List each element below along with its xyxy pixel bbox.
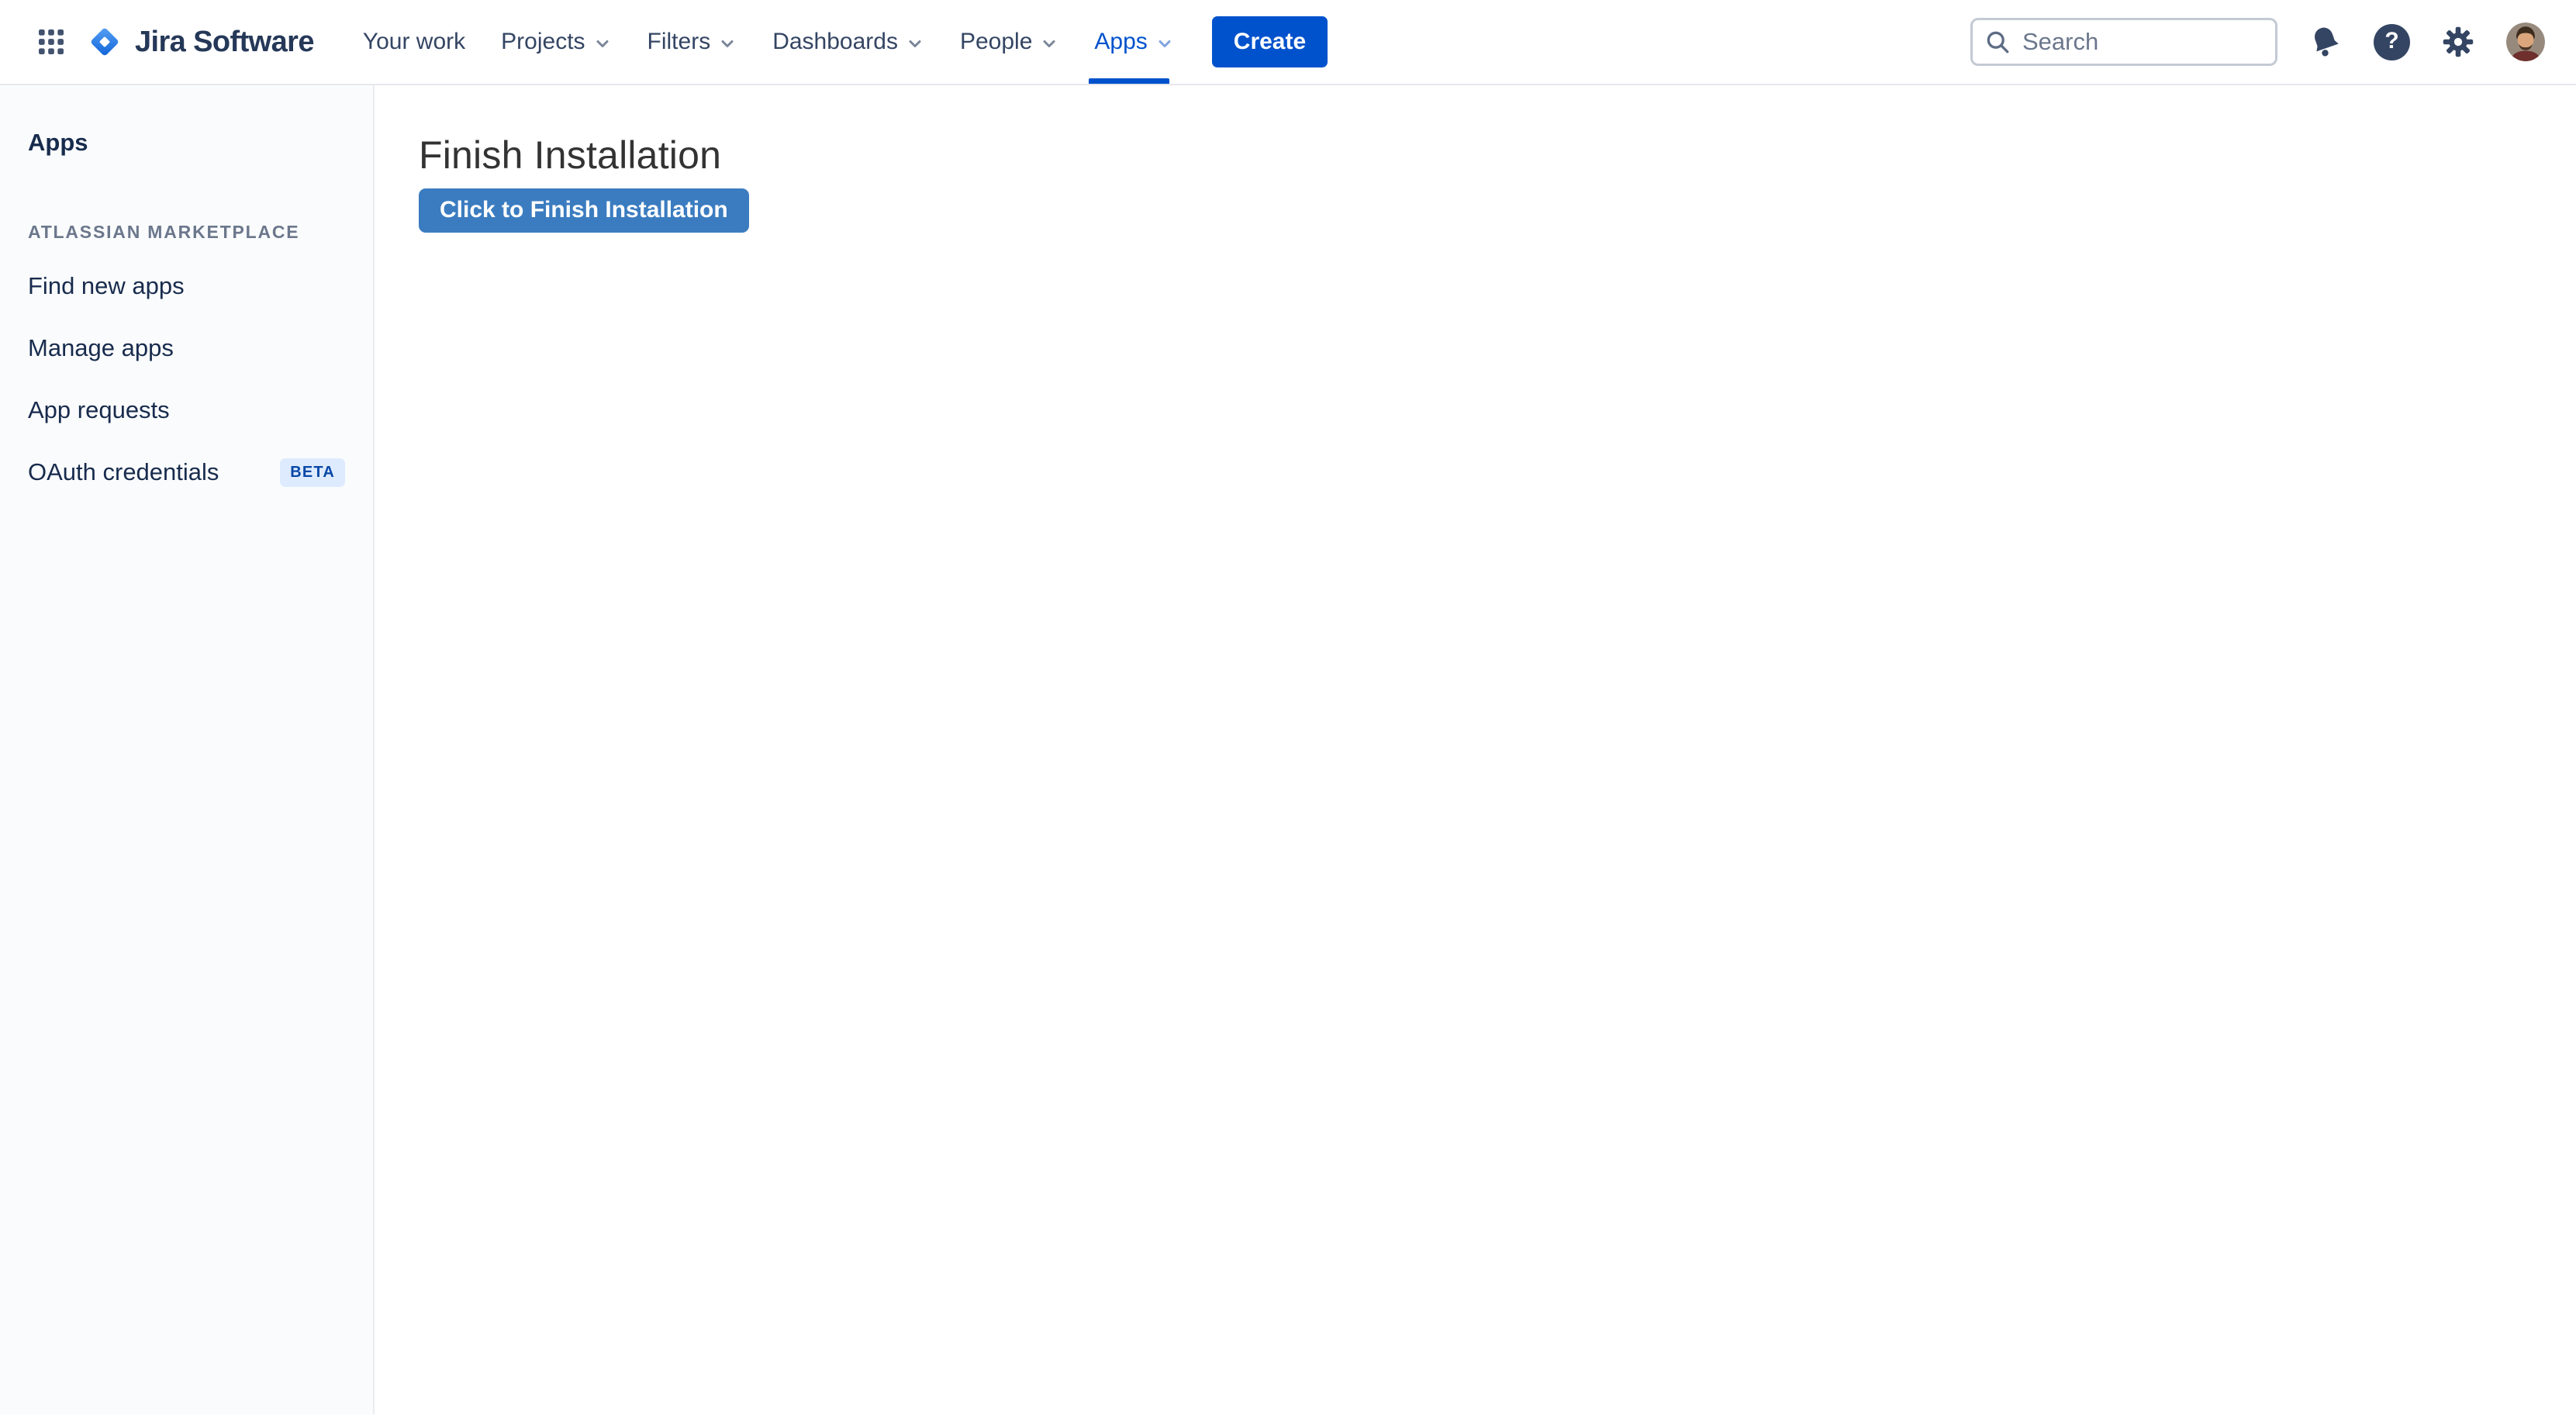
page-title: Finish Installation <box>419 135 2576 176</box>
user-avatar[interactable] <box>2506 22 2545 61</box>
jira-logo[interactable]: Jira Software <box>87 24 314 60</box>
apps-sidebar: Apps ATLASSIAN MARKETPLACE Find new apps… <box>0 85 375 1414</box>
sidebar-section-heading: ATLASSIAN MARKETPLACE <box>28 222 345 243</box>
settings-button[interactable] <box>2441 25 2475 59</box>
search-icon <box>1984 28 2011 56</box>
top-nav-bar: Jira Software Your work Projects Filters… <box>0 0 2576 85</box>
jira-diamond-icon <box>87 24 123 60</box>
nav-item-apps[interactable]: Apps <box>1076 0 1191 84</box>
sidebar-list: Find new apps Manage apps App requests O… <box>28 255 345 503</box>
sidebar-title: Apps <box>28 129 345 157</box>
top-nav-right: ? <box>1970 18 2545 66</box>
chevron-down-icon <box>906 34 924 53</box>
finish-installation-button[interactable]: Click to Finish Installation <box>419 188 749 233</box>
nav-item-your-work[interactable]: Your work <box>345 0 483 84</box>
gear-icon <box>2441 25 2475 59</box>
sidebar-item-manage-apps[interactable]: Manage apps <box>28 317 345 379</box>
sidebar-item-find-new-apps[interactable]: Find new apps <box>28 255 345 317</box>
create-button[interactable]: Create <box>1212 16 1328 67</box>
app-switcher-button[interactable] <box>28 19 74 65</box>
sidebar-item-app-requests[interactable]: App requests <box>28 379 345 441</box>
primary-navigation: Your work Projects Filters Dashboards <box>345 0 1192 84</box>
nav-item-label: People <box>960 29 1032 55</box>
chevron-down-icon <box>1040 34 1058 53</box>
chevron-down-icon <box>1155 34 1174 53</box>
nav-item-filters[interactable]: Filters <box>630 0 755 84</box>
beta-badge: BETA <box>280 458 345 487</box>
sidebar-item-label: App requests <box>28 396 170 424</box>
notifications-button[interactable] <box>2308 25 2343 59</box>
sidebar-item-label: OAuth credentials <box>28 458 219 486</box>
product-wordmark: Jira Software <box>135 26 314 59</box>
nav-item-label: Apps <box>1094 29 1147 55</box>
nav-item-label: Projects <box>501 29 585 55</box>
nav-item-projects[interactable]: Projects <box>483 0 629 84</box>
bell-icon <box>2308 25 2343 59</box>
nav-item-label: Filters <box>647 29 711 55</box>
main-content: Finish Installation Click to Finish Inst… <box>375 85 2576 1414</box>
help-question-icon: ? <box>2374 24 2410 60</box>
chevron-down-icon <box>593 34 612 53</box>
search-box <box>1970 18 2277 66</box>
page-body: Apps ATLASSIAN MARKETPLACE Find new apps… <box>0 85 2576 1414</box>
nav-item-label: Dashboards <box>772 29 898 55</box>
app-switcher-grid-icon <box>36 26 67 57</box>
nav-item-dashboards[interactable]: Dashboards <box>754 0 942 84</box>
top-nav-left: Jira Software Your work Projects Filters… <box>28 0 1328 84</box>
nav-item-label: Your work <box>363 29 465 55</box>
search-input[interactable] <box>1970 18 2277 66</box>
sidebar-item-oauth-credentials[interactable]: OAuth credentials BETA <box>28 441 345 503</box>
nav-item-people[interactable]: People <box>942 0 1076 84</box>
chevron-down-icon <box>718 34 737 53</box>
sidebar-item-label: Find new apps <box>28 272 185 300</box>
sidebar-item-label: Manage apps <box>28 334 174 362</box>
help-button[interactable]: ? <box>2374 24 2410 60</box>
